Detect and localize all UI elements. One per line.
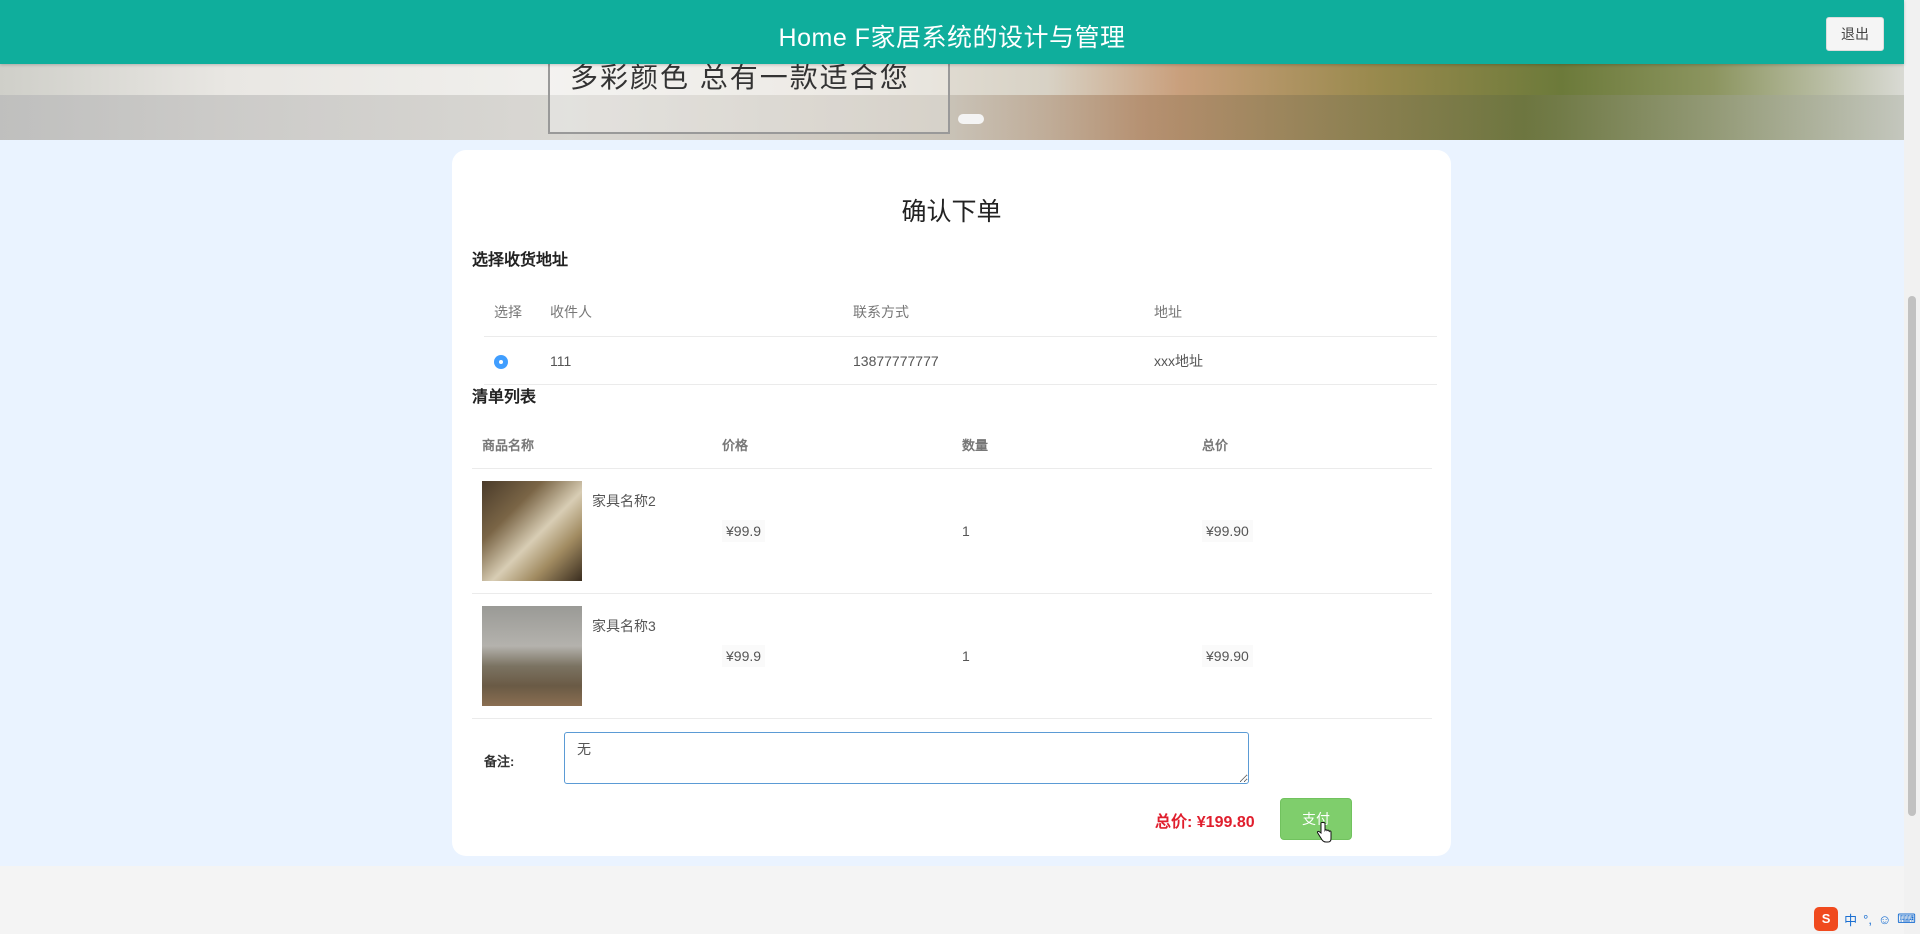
col-price: 价格 [712,420,952,469]
col-quantity: 数量 [952,420,1192,469]
ime-mode-indicator[interactable]: 中 [1844,910,1857,929]
remark-label: 备注: [484,754,515,769]
recipient-cell: 111 [540,336,843,385]
banner-floor [0,95,1904,140]
address-table: 选择 收件人 联系方式 地址 111 13877777777 xxx地址 [484,288,1437,385]
quantity-cell: 1 [952,468,1192,594]
col-product-name: 商品名称 [472,420,712,469]
col-phone: 联系方式 [843,288,1144,337]
phone-cell: 13877777777 [843,336,1144,385]
quantity-cell: 1 [952,593,1192,719]
address-cell: xxx地址 [1144,336,1437,385]
punctuation-indicator[interactable]: °, [1863,912,1872,927]
logout-button[interactable]: 退出 [1826,17,1884,51]
address-section-title: 选择收货地址 [472,252,569,269]
col-recipient: 收件人 [540,288,843,337]
subtotal-cell: ¥99.90 [1202,520,1253,542]
keyboard-icon[interactable]: ⌨ [1897,911,1916,927]
hand-cursor-icon [1316,822,1332,843]
order-card: 确认下单 选择收货地址 选择 收件人 联系方式 地址 111 138777777… [452,150,1451,856]
page-scrollbar[interactable] [1904,0,1920,934]
scrollbar-thumb[interactable] [1908,296,1916,816]
table-row[interactable]: 111 13877777777 xxx地址 [484,336,1437,385]
ime-logo-icon[interactable]: S [1814,907,1839,931]
product-image[interactable] [482,481,582,581]
price-cell: ¥99.9 [722,645,766,667]
col-select: 选择 [484,288,540,337]
page-title: 确认下单 [901,198,1002,226]
product-image[interactable] [482,606,582,706]
table-row: 家具名称2 ¥99.9 1 ¥99.90 [472,468,1432,594]
table-row: 家具名称3 ¥99.9 1 ¥99.90 [472,593,1432,719]
col-total: 总价 [1192,420,1432,469]
subtotal-cell: ¥99.90 [1202,645,1253,667]
remark-input[interactable]: 无 [564,732,1249,784]
site-title: Home F家居系统的设计与管理 [778,24,1126,52]
total-price: 总价: ¥199.80 [1155,814,1255,831]
goods-table: 商品名称 价格 数量 总价 家具名称2 ¥99.9 1 ¥99.90 家具名称3… [472,420,1432,719]
system-tray: S 中 °, ☺ ⌨ [1814,904,1920,934]
list-section-title: 清单列表 [472,389,537,406]
product-name: 家具名称3 [592,618,656,634]
emoji-icon[interactable]: ☺ [1878,912,1891,927]
product-name: 家具名称2 [592,493,656,509]
address-radio[interactable] [494,354,508,369]
top-header: Home F家居系统的设计与管理 退出 [0,0,1904,64]
col-address: 地址 [1144,288,1437,337]
price-cell: ¥99.9 [722,520,766,542]
carousel-indicator[interactable] [958,114,984,124]
